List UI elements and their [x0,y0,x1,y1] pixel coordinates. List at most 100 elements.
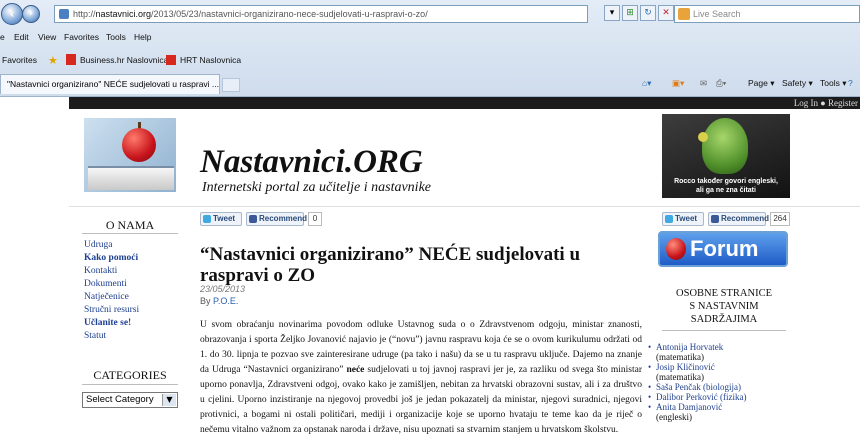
menu-item-favorites[interactable]: Favorites [64,32,99,42]
browser-tab-active[interactable]: "Nastavnici organizirano" NEĆE sudjelova… [0,74,220,94]
bullet-icon: • [648,342,652,352]
recommend-count: 0 [308,212,322,226]
sidebar-recommend-count: 264 [770,212,790,226]
facebook-icon [249,215,257,223]
header-parrot-banner[interactable]: Rocco također govori engleski, ali ga ne… [662,114,790,198]
sidebar-item[interactable]: Dokumenti [84,278,139,291]
twitter-icon [203,215,211,223]
apple-icon [122,128,156,162]
browser-chrome: ‹ › http://nastavnici.org/2013/05/23/nas… [0,0,860,97]
recommend-label: Recommend [259,214,308,223]
favorite-link-business[interactable]: Business.hr Naslovnica [80,55,168,65]
parrot-image [702,118,748,174]
bullet-icon: • [648,362,652,372]
bullet-icon: • [648,402,652,412]
sidebar-item[interactable]: Učlanite se! [84,317,139,330]
sidebar-menu: Udruga Kako pomoći Kontakti Dokumenti Natječ… [84,239,139,343]
back-button[interactable]: ‹ [1,3,23,25]
menu-item-file[interactable]: e [0,32,5,42]
new-tab-button[interactable] [222,78,240,92]
article-body-emphasis: neće [346,365,365,375]
search-input[interactable]: Live Search [674,5,860,23]
business-favicon-icon [66,54,76,65]
favorites-bar: Favorites ★ Business.hr Naslovnica HRT N… [0,50,860,70]
menu-item-help[interactable]: Help [134,32,151,42]
sidebar-item[interactable]: Natječenice [84,291,139,304]
forum-label: Forum [690,236,759,261]
address-bar[interactable]: http://nastavnici.org/2013/05/23/nastavn… [54,5,588,23]
article-title[interactable]: “Nastavnici organizirano” NEĆE sudjelova… [200,244,640,286]
sidebar-recommend-button[interactable]: Recommend [708,212,770,226]
forum-button[interactable]: Forum [658,231,788,267]
menu-item-view[interactable]: View [38,32,56,42]
personal-pages-heading-line-3: SADRŽAJIMA [690,314,758,325]
menu-item-edit[interactable]: Edit [14,32,29,42]
personal-page-name: Antonija Horvatek [656,342,724,352]
feeds-icon[interactable]: ▣▾ [672,78,684,89]
personal-pages-list: • Antonija Horvatek (matematika) • Josip Kli… [648,342,798,422]
star-icon: ★ [48,54,58,67]
personal-page-item[interactable]: • Saša Penčak (biologija) [648,382,798,392]
personal-page-subject: (matematika) [656,372,704,382]
site-subtitle: Internetski portal za učitelje i nastavn… [202,180,432,195]
personal-page-name: Saša Penčak (biologija) [656,382,741,392]
personal-pages-heading-line-1: OSOBNE STRANICE [676,288,772,299]
personal-page-item[interactable]: • Josip Kličinović [648,362,798,372]
sidebar-heading-rule [82,233,178,234]
login-links[interactable]: Log In ● Register [794,97,860,109]
category-select[interactable]: Select Category ▼ [82,392,178,408]
command-safety[interactable]: Safety ▾ [782,78,813,89]
sidebar-item[interactable]: Statut [84,330,139,343]
facebook-icon [711,215,719,223]
sidebar-item[interactable]: Kontakti [84,265,139,278]
compatibility-icon[interactable]: ⊞ [622,5,638,21]
personal-page-name: Anita Damjanović [656,402,723,412]
favorite-link-hrt[interactable]: HRT Naslovnica [180,55,241,65]
sidebar-item[interactable]: Stručni resursi [84,304,139,317]
byline-label: By [200,296,211,306]
article-body-text-continued: sudjelovati u toj javnoj raspravi jer je… [200,365,642,435]
banner-caption-line-2: ali ga ne zna čitati [696,187,756,194]
tweet-label: Tweet [213,214,236,223]
twitter-icon [665,215,673,223]
top-strip: Log In ● Register [69,97,860,109]
sidebar-tweet-label: Tweet [675,214,698,223]
home-icon[interactable]: ⌂▾ [642,78,651,89]
personal-page-name: Dalibor Perković (fizika) [656,392,747,402]
personal-page-item[interactable]: • Anita Damjanović [648,402,798,412]
personal-page-name: Josip Kličinović [656,362,715,372]
personal-page-item[interactable]: • Antonija Horvatek [648,342,798,352]
personal-page-subject: (matematika) [656,352,704,362]
sidebar-heading-categories: CATEGORIES [93,368,167,382]
categories-heading-rule [82,384,178,385]
help-icon[interactable]: ? [848,78,853,88]
personal-pages-heading: OSOBNE STRANICE S NASTAVNIM SADRŽAJIMA [660,287,788,326]
article-author-link[interactable]: P.O.E. [213,296,238,306]
print-icon[interactable]: ⎙▾ [716,78,726,89]
sidebar-heading-about: O NAMA [105,218,155,232]
category-select-value: Select Category [86,394,154,405]
chevron-down-icon[interactable]: ▼ [162,394,176,406]
personal-page-item[interactable]: • Dalibor Perković (fizika) [648,392,798,402]
page-icon [59,9,69,19]
sidebar-tweet-button[interactable]: Tweet [662,212,704,226]
tweet-button[interactable]: Tweet [200,212,242,226]
dropdown-arrow-icon[interactable]: ▾ [604,5,620,21]
banner-caption-line-1: Rocco također govori engleski, [674,178,778,185]
bullet-icon: • [648,382,652,392]
command-page[interactable]: Page ▾ [748,78,774,89]
recommend-button[interactable]: Recommend [246,212,308,226]
mail-icon[interactable]: ✉ [700,78,707,89]
forward-button[interactable]: › [22,5,40,23]
sidebar-recommend-label: Recommend [721,214,770,223]
sidebar-item[interactable]: Udruga [84,239,139,252]
site-title[interactable]: Nastavnici.ORG [200,144,423,181]
refresh-icon[interactable]: ↻ [640,5,656,21]
tab-row: "Nastavnici organizirano" NEĆE sudjelova… [0,72,860,96]
favorites-button[interactable]: Favorites [2,55,37,65]
stop-icon[interactable]: ✕ [658,5,674,21]
menu-item-tools[interactable]: Tools [106,32,126,42]
command-tools[interactable]: Tools ▾ [820,78,846,89]
sidebar-item[interactable]: Kako pomoći [84,252,139,265]
personal-pages-rule [662,330,786,331]
